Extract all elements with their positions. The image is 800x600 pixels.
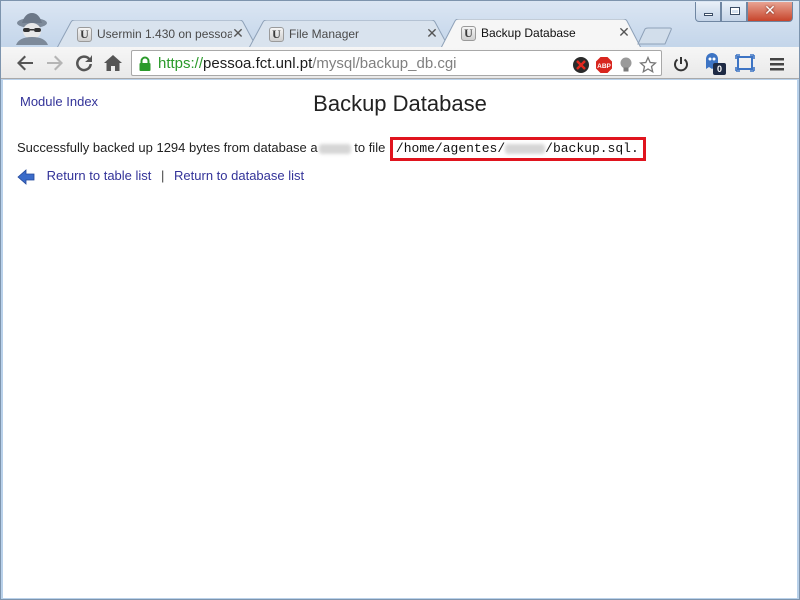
close-icon: ✕ [764, 3, 776, 19]
tab-usermin[interactable]: U Usermin 1.430 on pessoa ( ✕ [57, 20, 257, 48]
tab-title: File Manager [289, 27, 360, 41]
url-scheme: https:// [158, 55, 204, 72]
reload-button[interactable] [72, 51, 96, 75]
minimize-button[interactable] [695, 2, 721, 22]
usermin-favicon-icon: U [461, 26, 476, 41]
page-title: Backup Database [313, 91, 487, 116]
url-text: https://pessoa.fct.unl.pt/mysql/backup_d… [158, 55, 457, 72]
message-end: . [630, 141, 639, 156]
redacted-database-name [318, 143, 351, 154]
menu-icon[interactable] [768, 55, 786, 73]
maximize-button[interactable] [721, 2, 747, 22]
lightbulb-icon[interactable] [617, 56, 635, 74]
ghost-extension-button[interactable]: 0 [704, 52, 728, 76]
incognito-icon [16, 13, 48, 45]
return-to-database-list-link[interactable]: Return to database list [174, 168, 304, 183]
back-arrow-icon[interactable] [17, 168, 35, 185]
adblock-icon[interactable]: ABP [595, 56, 613, 74]
forward-button[interactable] [43, 51, 67, 75]
link-separator: | [161, 168, 165, 183]
tab-file-manager[interactable]: U File Manager ✕ [249, 20, 449, 48]
maximize-icon [730, 7, 740, 15]
usermin-favicon-icon: U [77, 27, 92, 42]
return-to-table-list-link[interactable]: Return to table list [47, 168, 152, 183]
path-prefix: /home/agentes/ [395, 141, 506, 156]
browser-toolbar: https://pessoa.fct.unl.pt/mysql/backup_d… [1, 47, 799, 79]
tab-backup-database[interactable]: U Backup Database ✕ [441, 19, 641, 48]
home-button[interactable] [101, 51, 125, 75]
return-links: Return to table list | Return to databas… [17, 168, 304, 185]
address-bar[interactable]: https://pessoa.fct.unl.pt/mysql/backup_d… [131, 50, 662, 76]
lock-icon [139, 56, 151, 71]
extension-badge: 0 [713, 63, 726, 75]
minimize-icon [704, 13, 713, 16]
tab-close-icon[interactable]: ✕ [231, 26, 245, 40]
backup-success-message: Successfully backed up 1294 bytes from d… [17, 137, 646, 161]
redacted-path-segment [505, 143, 546, 154]
message-mid: to file [350, 140, 389, 155]
bookmark-star-icon[interactable] [639, 56, 657, 74]
power-icon[interactable] [672, 55, 690, 73]
back-button[interactable] [13, 51, 37, 75]
new-tab-button[interactable] [637, 27, 673, 45]
path-suffix: /backup.sql [545, 141, 631, 156]
svg-text:ABP: ABP [597, 63, 611, 70]
url-host: pessoa.fct.unl.pt [203, 55, 313, 72]
message-prefix: Successfully backed up 1294 bytes from d… [17, 140, 318, 155]
window-close-button[interactable]: ✕ [747, 2, 793, 22]
page-content: Module Index Backup Database Successfull… [3, 80, 797, 598]
url-path: /mysql/backup_db.cgi [312, 55, 457, 72]
tab-title: Backup Database [481, 26, 576, 40]
tab-close-icon[interactable]: ✕ [425, 26, 439, 40]
backup-file-path: /home/agentes/ /backup.sql. [389, 137, 646, 161]
browser-window: U Usermin 1.430 on pessoa ( ✕ U File Man… [0, 0, 800, 600]
usermin-favicon-icon: U [269, 27, 284, 42]
tab-title: Usermin 1.430 on pessoa ( [97, 27, 232, 41]
blocked-script-icon[interactable] [572, 56, 590, 74]
tab-close-icon[interactable]: ✕ [617, 25, 631, 39]
fullscreen-icon[interactable] [735, 54, 755, 72]
